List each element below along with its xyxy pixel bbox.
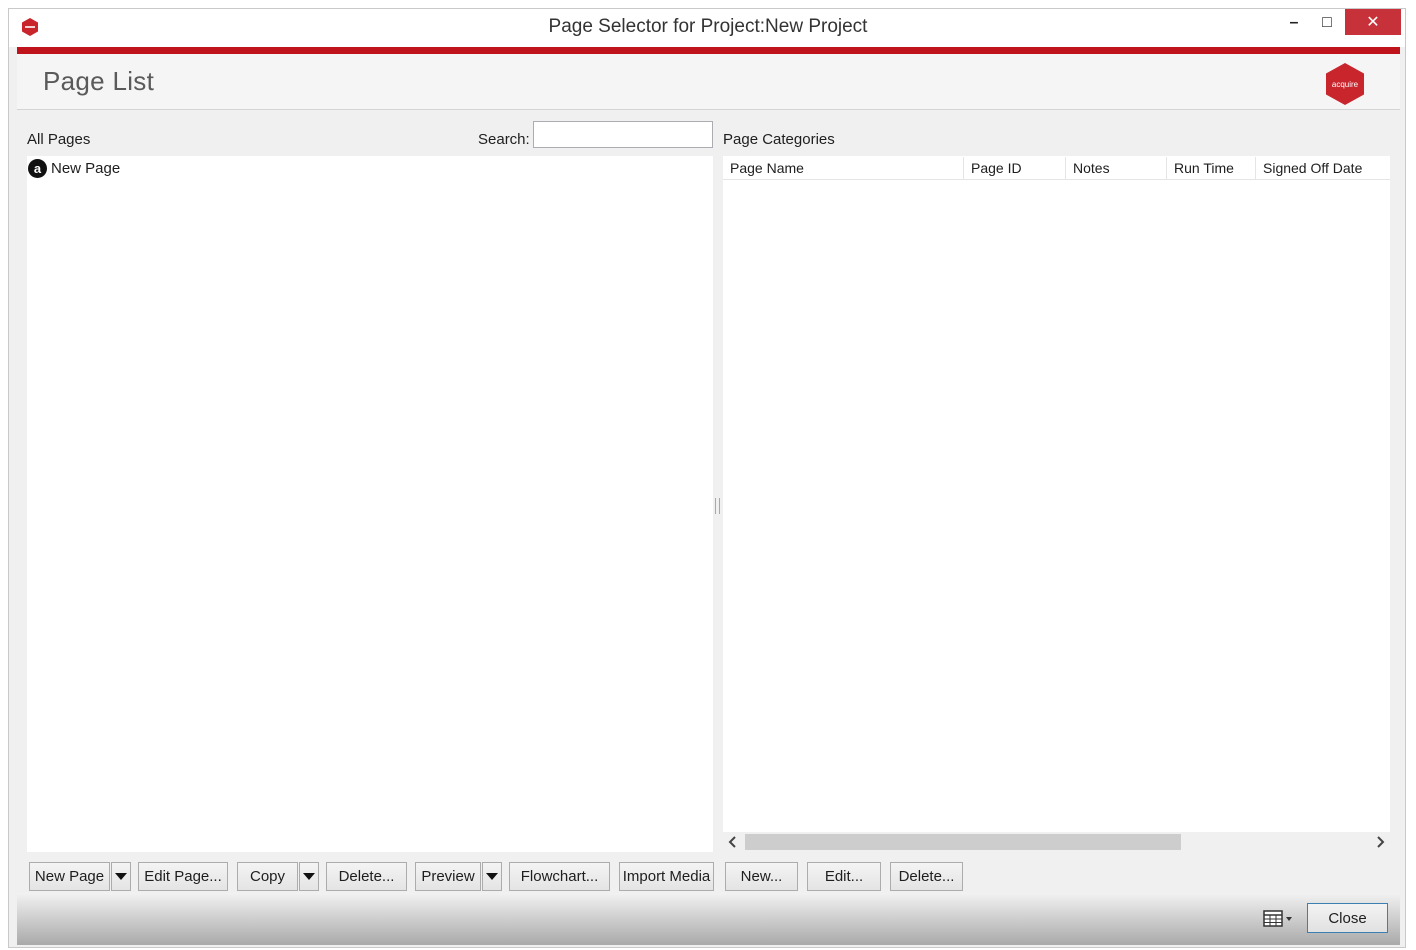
page-header [17,54,1400,110]
acquire-logo: acquire [1326,63,1364,105]
delete-category-button-label: Delete... [898,868,955,885]
dialog-footer [17,893,1400,945]
close-icon: ✕ [1366,14,1380,31]
edit-category-button[interactable]: Edit... [807,862,881,891]
chevron-right-icon[interactable] [1375,836,1385,848]
maximize-icon: □ [1322,14,1332,31]
search-input[interactable] [533,121,713,148]
edit-page-button[interactable]: Edit Page... [138,862,228,891]
search-label: Search: [478,131,530,148]
flowchart-button-label: Flowchart... [520,868,599,885]
new-page-button[interactable]: New Page [29,862,110,891]
window-close-button[interactable]: ✕ [1345,9,1401,35]
all-pages-list[interactable] [27,156,713,852]
panel-splitter[interactable] [715,498,720,514]
column-header-notes[interactable]: Notes [1066,157,1167,179]
new-page-dropdown[interactable] [111,862,131,891]
preview-button[interactable]: Preview [415,862,481,891]
new-category-button-label: New... [740,868,783,885]
scrollbar-thumb[interactable] [745,834,1181,850]
dropdown-arrow-icon [486,873,498,880]
maximize-button[interactable]: □ [1312,9,1342,37]
list-item-label: New Page [51,159,121,177]
column-header-run-time[interactable]: Run Time [1167,157,1256,179]
page-title: Page List [43,66,155,96]
column-header-page-name[interactable]: Page Name [723,157,964,179]
accent-bar [17,47,1400,54]
delete-page-button-label: Delete... [338,868,395,885]
header-divider [723,179,1390,180]
list-item[interactable]: a New Page [28,158,120,178]
preview-dropdown[interactable] [482,862,502,891]
delete-page-button[interactable]: Delete... [326,862,407,891]
dropdown-arrow-icon [303,873,315,880]
logo-text: acquire [1332,80,1359,89]
import-media-button-label: Import Media [622,868,711,885]
copy-button[interactable]: Copy [237,862,298,891]
minimize-icon: – [1289,14,1299,31]
column-header-page-id[interactable]: Page ID [964,157,1066,179]
new-category-button[interactable]: New... [725,862,798,891]
all-pages-label: All Pages [27,131,91,148]
chevron-left-icon[interactable] [728,836,738,848]
grid-view-icon[interactable] [1263,910,1293,928]
import-media-button[interactable]: Import Media [619,862,714,891]
dropdown-arrow-icon [115,873,127,880]
close-button[interactable]: Close [1307,903,1388,933]
preview-button-label: Preview [421,868,475,885]
window-title: Page Selector for Project:New Project [548,16,868,37]
new-page-button-label: New Page [34,868,105,885]
edit-page-button-label: Edit Page... [144,868,222,885]
page-categories-table[interactable] [723,156,1390,832]
minimize-button[interactable]: – [1279,9,1309,37]
page-categories-label: Page Categories [723,131,835,148]
flowchart-button[interactable]: Flowchart... [509,862,610,891]
edit-category-button-label: Edit... [824,868,864,885]
close-button-label: Close [1328,909,1367,927]
delete-category-button[interactable]: Delete... [890,862,963,891]
copy-button-label: Copy [249,868,286,885]
copy-dropdown[interactable] [299,862,319,891]
column-header-signed-off-date[interactable]: Signed Off Date [1256,157,1390,179]
page-type-icon: a [28,158,47,178]
